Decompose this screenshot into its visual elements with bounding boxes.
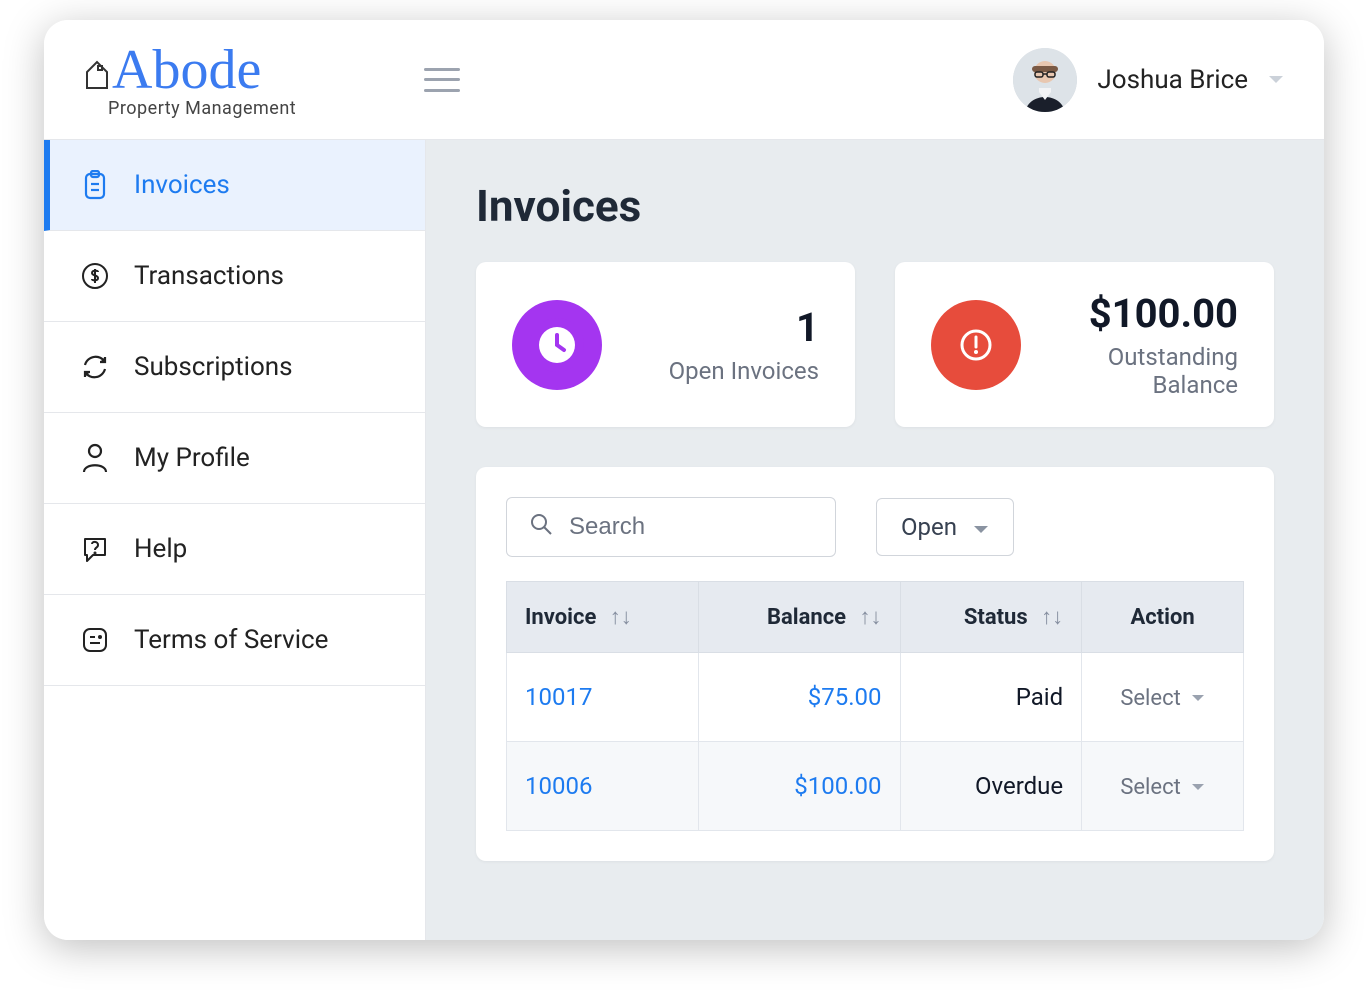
sidebar-item-label: Help [134, 534, 187, 564]
status-cell: Overdue [900, 742, 1082, 831]
page-title: Invoices [476, 180, 1274, 232]
user-menu[interactable]: Joshua Brice [1013, 48, 1284, 112]
help-icon [80, 535, 110, 563]
summary-cards: 1 Open Invoices $100.00 Outstan [476, 262, 1274, 427]
invoice-table-panel: Open Invoice ↑↓ [476, 467, 1274, 861]
app-window: Abode Property Management [44, 20, 1324, 940]
status-filter-dropdown[interactable]: Open [876, 498, 1014, 556]
card-outstanding-balance: $100.00 Outstanding Balance [895, 262, 1274, 427]
row-action-select[interactable]: Select [1120, 775, 1204, 800]
sidebar-item-transactions[interactable]: Transactions [44, 231, 425, 322]
caret-down-icon [973, 513, 989, 541]
clipboard-icon [80, 170, 110, 200]
user-icon [80, 443, 110, 473]
sidebar-item-subscriptions[interactable]: Subscriptions [44, 322, 425, 413]
document-icon [80, 626, 110, 654]
card-label: Open Invoices [630, 357, 819, 385]
sidebar-item-label: Transactions [134, 261, 284, 291]
house-icon [84, 58, 110, 93]
brand-logo: Abode Property Management [84, 42, 384, 118]
caret-down-icon [1191, 694, 1205, 703]
sidebar-item-label: My Profile [134, 443, 250, 473]
alert-icon [931, 300, 1021, 390]
col-status[interactable]: Status ↑↓ [900, 582, 1082, 653]
table-row: 10006 $100.00 Overdue Select [507, 742, 1244, 831]
sidebar-item-label: Terms of Service [134, 625, 328, 655]
menu-toggle-button[interactable] [424, 68, 460, 92]
invoice-table: Invoice ↑↓ Balance ↑↓ Status ↑↓ [506, 581, 1244, 831]
card-value: 1 [630, 304, 819, 351]
main-content: Invoices 1 Open Invoices [426, 140, 1324, 940]
dollar-circle-icon [80, 262, 110, 290]
sidebar-item-help[interactable]: Help [44, 504, 425, 595]
clock-icon [512, 300, 602, 390]
invoice-link[interactable]: 10006 [525, 772, 592, 800]
sort-icon: ↑↓ [1041, 605, 1063, 630]
refresh-icon [80, 353, 110, 381]
brand-tagline: Property Management [108, 100, 384, 118]
col-action: Action [1082, 582, 1244, 653]
caret-down-icon [1268, 70, 1284, 89]
invoice-link[interactable]: 10017 [525, 683, 592, 711]
sidebar-item-label: Subscriptions [134, 352, 293, 382]
filter-label: Open [901, 513, 957, 541]
sort-icon: ↑↓ [860, 605, 882, 630]
search-input[interactable] [569, 513, 813, 541]
header-bar: Abode Property Management [44, 20, 1324, 140]
brand-name: Abode [112, 42, 261, 98]
status-cell: Paid [900, 653, 1082, 742]
sidebar-item-terms[interactable]: Terms of Service [44, 595, 425, 686]
table-row: 10017 $75.00 Paid Select [507, 653, 1244, 742]
balance-cell: $75.00 [698, 653, 900, 742]
search-box[interactable] [506, 497, 836, 557]
card-label: Outstanding Balance [1049, 343, 1238, 399]
sidebar-item-invoices[interactable]: Invoices [44, 140, 425, 231]
balance-cell: $100.00 [698, 742, 900, 831]
sort-icon: ↑↓ [610, 605, 632, 630]
sidebar-item-label: Invoices [134, 170, 230, 200]
col-invoice[interactable]: Invoice ↑↓ [507, 582, 699, 653]
col-balance[interactable]: Balance ↑↓ [698, 582, 900, 653]
card-value: $100.00 [1049, 290, 1238, 337]
sidebar-item-my-profile[interactable]: My Profile [44, 413, 425, 504]
sidebar: Invoices Transactions [44, 140, 426, 940]
avatar [1013, 48, 1077, 112]
caret-down-icon [1191, 783, 1205, 792]
card-open-invoices: 1 Open Invoices [476, 262, 855, 427]
user-name: Joshua Brice [1097, 65, 1248, 95]
row-action-select[interactable]: Select [1120, 686, 1204, 711]
search-icon [529, 512, 553, 542]
